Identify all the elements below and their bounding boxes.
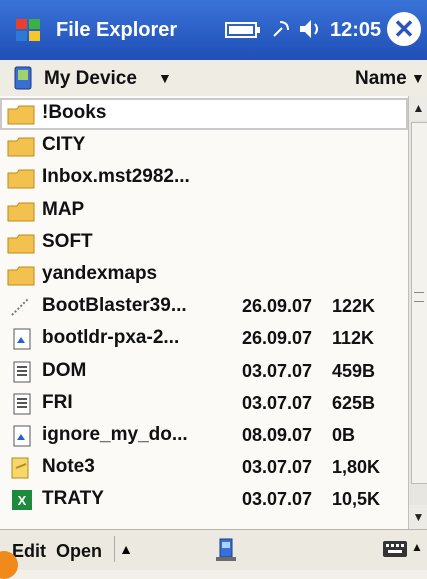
folder-icon: [7, 266, 35, 286]
file-row[interactable]: yandexmaps: [0, 259, 408, 291]
keyboard-icon[interactable]: [382, 540, 408, 558]
file-size: 625B: [332, 392, 376, 413]
open-menu[interactable]: Open: [56, 541, 102, 562]
file-row[interactable]: SOFT: [0, 227, 408, 259]
app-title: File Explorer: [56, 19, 178, 41]
file-size: 0B: [332, 425, 356, 445]
file-row[interactable]: ignore_my_do... 08.09.07 0B: [0, 420, 408, 452]
file-name: ignore_my_do...: [42, 424, 188, 445]
file-list: !Books CITY Inbox.mst2982... MAP SOFT yandexm…: [0, 96, 408, 529]
scroll-grip-icon: [414, 292, 424, 302]
file-name: SOFT: [42, 230, 93, 252]
file-name: TRATY: [42, 488, 104, 510]
battery-icon[interactable]: [225, 20, 261, 40]
chevron-down-icon[interactable]: ▼: [411, 70, 425, 86]
file-row[interactable]: BootBlaster39... 26.09.07 122K: [0, 291, 408, 323]
file-size: 1,80K: [332, 457, 381, 478]
scroll-down-button[interactable]: ▼: [409, 505, 427, 529]
file-name: MAP: [42, 198, 85, 220]
folder-icon: [7, 234, 35, 254]
document-icon: [13, 393, 31, 415]
folder-icon: [7, 169, 35, 189]
file-row[interactable]: bootldr-pxa-2... 26.09.07 112K: [0, 323, 408, 355]
device-selector[interactable]: My Device: [44, 68, 137, 90]
file-name: CITY: [42, 134, 86, 156]
up-folder-button[interactable]: ▲: [114, 536, 137, 562]
file-name: DOM: [42, 359, 87, 381]
file-row[interactable]: CITY: [0, 130, 408, 162]
file-name: FRI: [42, 391, 73, 413]
sort-selector[interactable]: Name: [355, 68, 407, 90]
file-name: !Books: [42, 102, 107, 123]
file-name: bootldr-pxa-2...: [42, 327, 180, 349]
signal-icon[interactable]: [270, 16, 292, 42]
computer-icon[interactable]: [212, 536, 240, 564]
vertical-scrollbar[interactable]: ▲ ▼: [408, 96, 427, 529]
device-icon: [14, 66, 32, 90]
file-size: 112K: [332, 328, 375, 349]
volume-icon[interactable]: [298, 16, 324, 42]
file-name: Inbox.mst2982...: [42, 166, 190, 188]
folder-icon: [7, 137, 35, 157]
svg-text:X: X: [18, 493, 27, 508]
file-row[interactable]: DOM 03.07.07 459B: [0, 356, 408, 388]
file-size: 459B: [332, 360, 376, 381]
file-name: Note3: [42, 456, 95, 478]
file-row[interactable]: MAP: [0, 195, 408, 227]
file-date: 03.07.07: [242, 457, 313, 478]
file-name: yandexmaps: [42, 263, 158, 284]
program-icon: [11, 298, 29, 316]
input-panel-arrow[interactable]: ▲: [411, 540, 423, 554]
close-button[interactable]: ✕: [387, 12, 421, 46]
file-size: 122K: [332, 296, 376, 317]
close-icon: ✕: [393, 14, 415, 44]
file-row[interactable]: Inbox.mst2982...: [0, 162, 408, 194]
windows-flag-icon[interactable]: [12, 14, 44, 46]
file-date: 08.09.07: [242, 425, 313, 445]
file-date: 03.07.07: [242, 489, 313, 510]
scroll-up-button[interactable]: ▲: [409, 96, 427, 120]
document-icon: [13, 361, 31, 383]
edit-menu[interactable]: Edit: [12, 541, 46, 562]
file-date: 03.07.07: [242, 360, 313, 381]
bottom-toolbar: Edit Open ▲ ▲: [0, 529, 427, 570]
folder-icon: [7, 105, 35, 125]
file-icon: [13, 328, 31, 350]
folder-icon: [7, 202, 35, 222]
file-icon: [13, 425, 31, 447]
file-date: 26.09.07: [242, 296, 313, 317]
file-date: 03.07.07: [242, 392, 313, 413]
location-bar: My Device ▼ Name ▼: [0, 60, 427, 97]
chevron-down-icon[interactable]: ▼: [158, 70, 172, 86]
file-row[interactable]: X TRATY 03.07.07 10,5K: [0, 484, 408, 516]
file-size: 10,5K: [332, 489, 381, 510]
file-date: 26.09.07: [242, 328, 313, 349]
file-row[interactable]: !Books: [0, 98, 408, 130]
file-row[interactable]: Note3 03.07.07 1,80K: [0, 452, 408, 484]
file-row[interactable]: FRI 03.07.07 625B: [0, 388, 408, 420]
excel-icon: X: [12, 490, 32, 511]
scroll-thumb[interactable]: [411, 122, 427, 484]
clock-time[interactable]: 12:05: [330, 19, 381, 42]
title-bar: File Explorer 12:05 ✕: [0, 0, 427, 60]
note-icon: [11, 457, 29, 479]
file-name: BootBlaster39...: [42, 295, 187, 317]
